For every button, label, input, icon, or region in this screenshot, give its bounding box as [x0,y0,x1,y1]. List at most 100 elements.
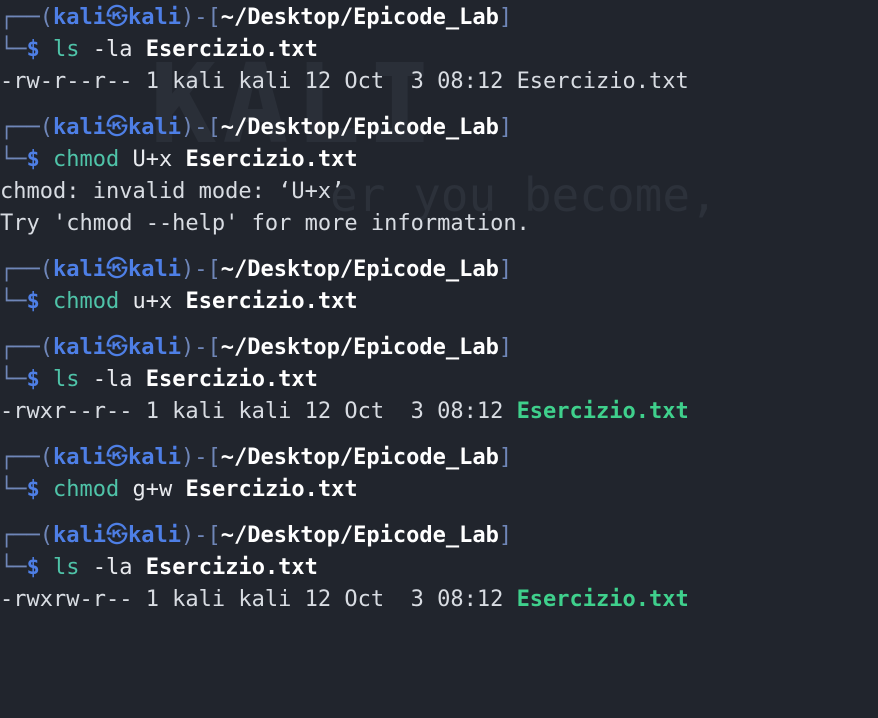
command-args: U+x [119,147,186,172]
output-line: -rwxrw-r-- 1 kali kali 12 Oct 3 08:12 Es… [0,584,878,616]
command-args: g+w [119,477,186,502]
command-block: ┌──(kali㉿kali)-[~/Desktop/Epicode_Lab] └─… [0,2,878,98]
prompt-close-bracket: ] [498,257,513,282]
command-file-arg: Esercizio.txt [185,289,358,314]
kali-at-icon: ㉿ [105,115,128,140]
prompt-path: ~/Desktop/Epicode_Lab [220,445,499,470]
terminal-window[interactable]: KALI er you become, ┌──(kali㉿kali)-[~/De… [0,0,878,718]
command-line[interactable]: └─$ ls -la Esercizio.txt [0,364,878,396]
prompt-open-bracket: ┌──( [0,115,53,140]
prompt-username: kali [52,523,106,548]
command-name: ls [53,555,80,580]
prompt-close-bracket: ] [498,445,513,470]
kali-at-icon: ㉿ [105,335,128,360]
command-block: ┌──(kali㉿kali)-[~/Desktop/Epicode_Lab] └─… [0,442,878,506]
command-args: -la [79,555,146,580]
prompt-close-bracket: ] [498,5,513,30]
command-args: u+x [119,289,186,314]
command-file-arg: Esercizio.txt [145,367,318,392]
command-file-arg: Esercizio.txt [145,555,318,580]
command-line[interactable]: └─$ chmod u+x Esercizio.txt [0,286,878,318]
command-block: ┌──(kali㉿kali)-[~/Desktop/Epicode_Lab] └─… [0,112,878,240]
prompt-path: ~/Desktop/Epicode_Lab [220,5,499,30]
prompt-corner: └─ [0,289,27,314]
command-line[interactable]: └─$ ls -la Esercizio.txt [0,552,878,584]
command-line[interactable]: └─$ ls -la Esercizio.txt [0,34,878,66]
prompt-dollar-icon: $ [26,367,40,392]
output-line: Try 'chmod --help' for more information. [0,208,878,240]
output-text: -rwxrw-r-- 1 kali kali 12 Oct 3 08:12 [0,587,517,612]
prompt-username: kali [52,445,106,470]
command-file-arg: Esercizio.txt [185,477,358,502]
prompt-dollar-icon: $ [26,555,40,580]
prompt-header-line: ┌──(kali㉿kali)-[~/Desktop/Epicode_Lab] [0,520,878,552]
prompt-open-bracket: ┌──( [0,257,53,282]
terminal-session: ┌──(kali㉿kali)-[~/Desktop/Epicode_Lab] └─… [0,2,878,616]
executable-filename: Esercizio.txt [516,587,689,612]
prompt-hostname: kali [127,445,181,470]
kali-at-icon: ㉿ [105,445,128,470]
prompt-dollar-icon: $ [26,477,40,502]
prompt-header-line: ┌──(kali㉿kali)-[~/Desktop/Epicode_Lab] [0,2,878,34]
prompt-header-line: ┌──(kali㉿kali)-[~/Desktop/Epicode_Lab] [0,254,878,286]
output-text: chmod: invalid mode: ‘U+x’ [0,179,345,204]
output-text: Try 'chmod --help' for more information. [0,211,530,236]
command-line[interactable]: └─$ chmod U+x Esercizio.txt [0,144,878,176]
prompt-close-bracket: ] [498,523,513,548]
command-name: chmod [53,477,120,502]
command-block: ┌──(kali㉿kali)-[~/Desktop/Epicode_Lab] └─… [0,332,878,428]
output-line: -rwxr--r-- 1 kali kali 12 Oct 3 08:12 Es… [0,396,878,428]
prompt-dollar-icon: $ [26,147,40,172]
command-args: -la [79,367,146,392]
prompt-header-line: ┌──(kali㉿kali)-[~/Desktop/Epicode_Lab] [0,442,878,474]
command-name: ls [53,37,80,62]
prompt-username: kali [52,5,106,30]
output-text: -rwxr--r-- 1 kali kali 12 Oct 3 08:12 [0,399,517,424]
output-line: chmod: invalid mode: ‘U+x’ [0,176,878,208]
prompt-path: ~/Desktop/Epicode_Lab [220,523,499,548]
output-filename: Esercizio.txt [516,69,689,94]
kali-at-icon: ㉿ [105,5,128,30]
command-file-arg: Esercizio.txt [145,37,318,62]
prompt-separator: )-[ [180,335,221,360]
prompt-corner: └─ [0,147,27,172]
output-line: -rw-r--r-- 1 kali kali 12 Oct 3 08:12 Es… [0,66,878,98]
prompt-header-line: ┌──(kali㉿kali)-[~/Desktop/Epicode_Lab] [0,112,878,144]
prompt-username: kali [52,257,106,282]
command-args: -la [79,37,146,62]
prompt-dollar-icon: $ [26,37,40,62]
prompt-open-bracket: ┌──( [0,5,53,30]
kali-at-icon: ㉿ [105,257,128,282]
prompt-corner: └─ [0,555,27,580]
kali-at-icon: ㉿ [105,523,128,548]
command-name: chmod [53,147,120,172]
command-block: ┌──(kali㉿kali)-[~/Desktop/Epicode_Lab] └─… [0,254,878,318]
command-name: ls [53,367,80,392]
command-line[interactable]: └─$ chmod g+w Esercizio.txt [0,474,878,506]
prompt-path: ~/Desktop/Epicode_Lab [220,335,499,360]
prompt-separator: )-[ [180,257,221,282]
prompt-close-bracket: ] [498,335,513,360]
prompt-corner: └─ [0,37,27,62]
prompt-hostname: kali [127,5,181,30]
prompt-dollar-icon: $ [26,289,40,314]
prompt-open-bracket: ┌──( [0,523,53,548]
prompt-separator: )-[ [180,523,221,548]
prompt-open-bracket: ┌──( [0,335,53,360]
prompt-separator: )-[ [180,5,221,30]
prompt-corner: └─ [0,367,27,392]
prompt-hostname: kali [127,257,181,282]
prompt-corner: └─ [0,477,27,502]
prompt-path: ~/Desktop/Epicode_Lab [220,115,499,140]
prompt-hostname: kali [127,335,181,360]
prompt-header-line: ┌──(kali㉿kali)-[~/Desktop/Epicode_Lab] [0,332,878,364]
